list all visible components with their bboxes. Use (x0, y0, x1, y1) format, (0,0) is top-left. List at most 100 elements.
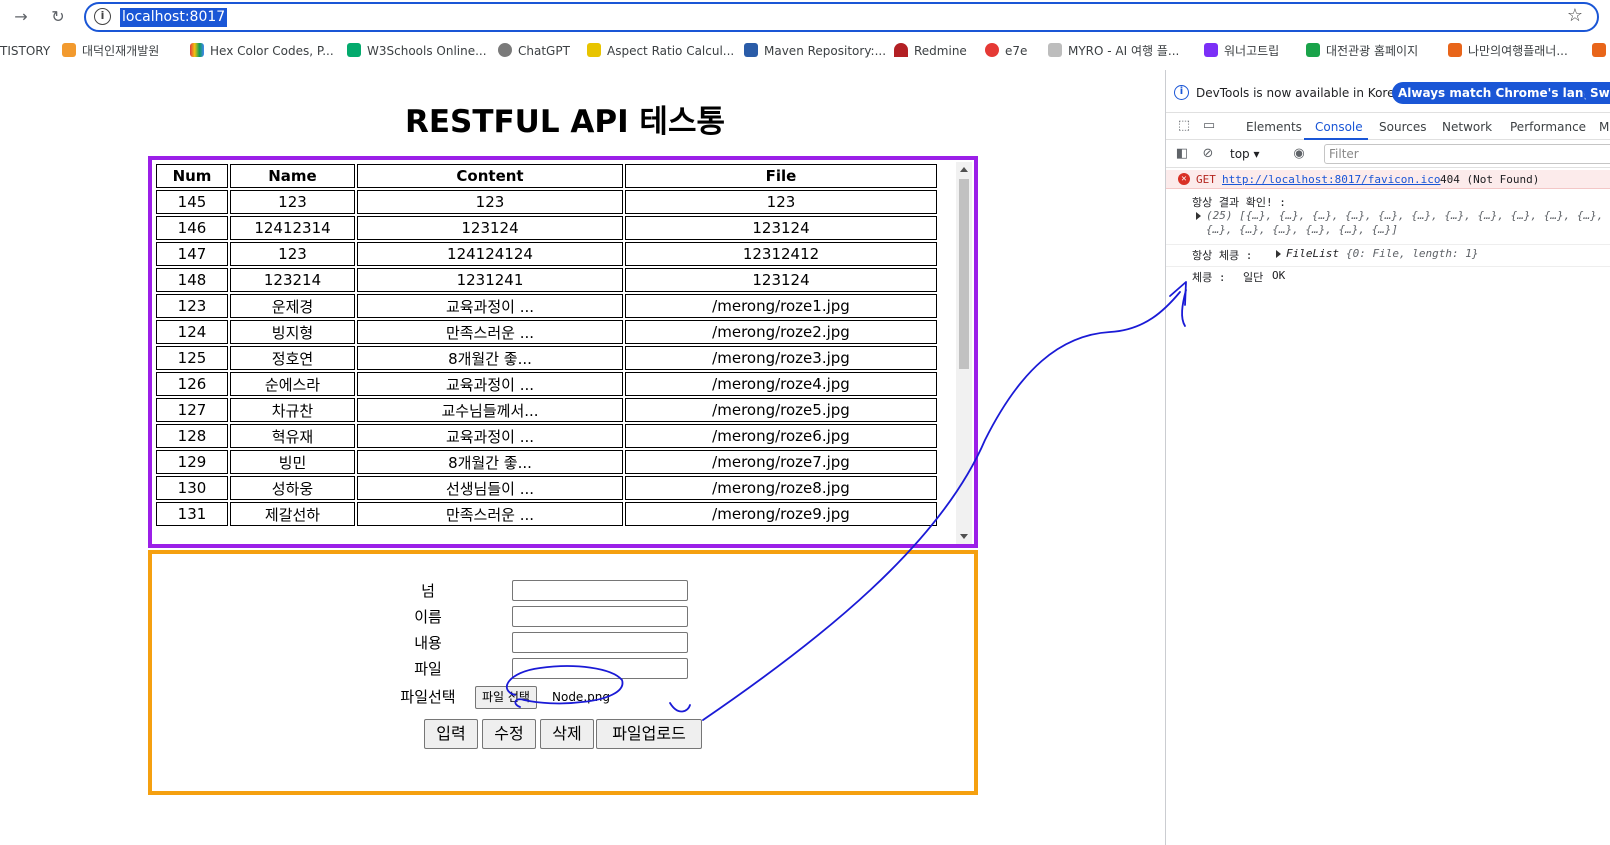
cell-file: /merong/roze2.jpg (625, 320, 937, 344)
console-log-line: 항상 결과 확인! : (25) [{…}, {…}, {…}, {…}, {…… (1166, 194, 1610, 242)
redmine-icon (894, 43, 908, 57)
name-input[interactable] (512, 606, 688, 627)
delete-button[interactable]: 삭제 (540, 719, 594, 749)
tab-more[interactable]: M (1599, 120, 1609, 134)
column-header-content: Content (357, 164, 623, 188)
table-row: 125 정호연 8개월간 좋.../merong/roze3.jpg (156, 346, 937, 370)
tab-performance[interactable]: Performance (1510, 120, 1586, 134)
address-bar[interactable]: i localhost:8017 ☆ (84, 2, 1599, 32)
bookmark-item[interactable]: Hex Color Codes, P... (190, 43, 334, 59)
site-info-icon[interactable]: i (94, 8, 111, 25)
always-match-language-button[interactable]: Always match Chrome's language (1392, 82, 1610, 104)
expand-arrow-icon[interactable] (1276, 248, 1285, 261)
console-error-line: ✕ GET http://localhost:8017/favicon.ico … (1166, 170, 1610, 189)
cell-num: 123 (156, 294, 228, 318)
console-filter-input[interactable]: Filter (1324, 144, 1610, 164)
scroll-up-icon[interactable] (960, 167, 968, 172)
table-row: 131 제갈선하 만족스러운 .../merong/roze9.jpg (156, 502, 937, 526)
scroll-down-icon[interactable] (960, 534, 968, 539)
cell-file: /merong/roze5.jpg (625, 398, 937, 422)
bookmark-item[interactable]: 나만의여행플래너... (1448, 43, 1568, 59)
log-label: 체킁 : (1192, 271, 1226, 284)
table-row: 148 123214 1231241 123124 (156, 268, 937, 292)
tab-elements[interactable]: Elements (1246, 120, 1302, 134)
num-input[interactable] (512, 580, 688, 601)
clear-console-icon[interactable]: ⊘ (1200, 146, 1216, 162)
context-selector[interactable]: top ▾ (1230, 146, 1270, 162)
cell-content: 선생님들이 ... (357, 476, 623, 500)
switch-language-button[interactable]: Swit (1584, 82, 1610, 104)
sidebar-toggle-icon[interactable]: ◧ (1174, 146, 1190, 162)
devtools-language-notice: i DevTools is now available in Korean! A… (1166, 80, 1610, 106)
log-array-summary[interactable]: (25) [{…}, {…}, {…}, {…}, {…}, {…}, {…},… (1206, 209, 1603, 222)
forward-icon[interactable]: → (10, 6, 32, 28)
cell-content: 교육과정이 ... (357, 372, 623, 396)
bookmark-label: 나만의여행플래너... (1468, 44, 1568, 58)
chosen-file-name: Node.png (552, 690, 610, 704)
expand-arrow-icon[interactable] (1196, 210, 1205, 223)
table-row: 145 123 123 123 (156, 190, 937, 214)
device-toolbar-icon[interactable]: ▭ (1201, 118, 1217, 134)
notice-text: DevTools is now available in Korean! (1196, 86, 1415, 100)
update-button[interactable]: 수정 (482, 719, 536, 749)
bookmark-label: Aspect Ratio Calcul... (607, 44, 735, 58)
cell-num: 147 (156, 242, 228, 266)
choose-file-button[interactable]: 파일 선택 (475, 686, 537, 709)
bookmark-label: 대덕인재개발원 (82, 44, 160, 58)
table-container[interactable]: Num Name Content File 145 123 123 123 146 124… (148, 156, 978, 548)
bookmark-item[interactable]: Maven Repository:... (744, 43, 886, 59)
tab-console[interactable]: Console (1315, 120, 1363, 134)
bookmark-label: W3Schools Online... (367, 44, 487, 58)
file-path-input[interactable] (512, 658, 688, 679)
cell-num: 127 (156, 398, 228, 422)
cell-name: 빙민 (230, 450, 355, 474)
content-input[interactable] (512, 632, 688, 653)
eye-icon[interactable]: ◉ (1291, 146, 1307, 162)
cell-name: 123 (230, 190, 355, 214)
console-log-line: 항상 체킁 : FileList {0: File, length: 1} (1166, 244, 1610, 262)
bookmark-label: Maven Repository:... (764, 44, 887, 58)
bookmark-item[interactable]: TISTORY (0, 43, 50, 59)
bookmark-item[interactable]: 대덕인재개발원 (62, 43, 159, 59)
bookmark-overflow[interactable] (1592, 43, 1610, 59)
bookmark-item[interactable]: Redmine (894, 43, 967, 59)
error-url-link[interactable]: http://localhost:8017/favicon.ico (1222, 173, 1441, 186)
num-label: 넘 (421, 582, 435, 600)
bookmark-item[interactable]: e7e (985, 43, 1027, 59)
cell-file: /merong/roze8.jpg (625, 476, 937, 500)
bookmark-item[interactable]: 워너고트립 (1204, 43, 1279, 59)
table-scrollbar[interactable] (956, 162, 972, 544)
name-label: 이름 (414, 608, 442, 626)
cell-content: 교육과정이 ... (357, 424, 623, 448)
address-url[interactable]: localhost:8017 (120, 8, 228, 27)
bookmark-item[interactable]: Aspect Ratio Calcul... (587, 43, 734, 59)
bookmark-item[interactable]: MYRO - AI 여행 플... (1048, 43, 1179, 59)
page-title: RESTFUL API 테스통 (404, 104, 725, 140)
reload-icon[interactable]: ↻ (47, 6, 69, 28)
file-upload-button[interactable]: 파일업로드 (596, 719, 702, 749)
browser-toolbar: → ↻ i localhost:8017 ☆ (0, 0, 1610, 34)
log-array-summary-wrap: {…}, {…}, {…}, {…}, {…}, {…}] (1206, 223, 1399, 236)
tab-network[interactable]: Network (1442, 120, 1492, 134)
table-row: 127 차규찬 교수님들께서.../merong/roze5.jpg (156, 398, 937, 422)
bookmark-item[interactable]: 대전관광 홈페이지 (1306, 43, 1418, 59)
cell-content: 123124 (357, 216, 623, 240)
bookmark-favicon-icon (62, 43, 76, 57)
tab-sources[interactable]: Sources (1379, 120, 1426, 134)
bookmark-label: Redmine (914, 44, 967, 58)
cell-num: 129 (156, 450, 228, 474)
log-filelist-name[interactable]: FileList (1286, 247, 1339, 260)
bookmark-star-icon[interactable]: ☆ (1567, 5, 1583, 26)
scroll-thumb[interactable] (959, 179, 969, 369)
insert-button[interactable]: 입력 (424, 719, 478, 749)
log-label: 항상 체킁 : (1192, 249, 1253, 262)
bookmark-favicon-icon (1592, 43, 1606, 57)
cell-name: 운제경 (230, 294, 355, 318)
cell-file: 123124 (625, 268, 937, 292)
bookmark-item[interactable]: W3Schools Online... (347, 43, 487, 59)
cell-num: 145 (156, 190, 228, 214)
column-header-num: Num (156, 164, 228, 188)
inspect-element-icon[interactable]: ⬚ (1176, 118, 1192, 134)
active-tab-indicator (1304, 138, 1368, 140)
bookmark-item[interactable]: ChatGPT (498, 43, 570, 59)
